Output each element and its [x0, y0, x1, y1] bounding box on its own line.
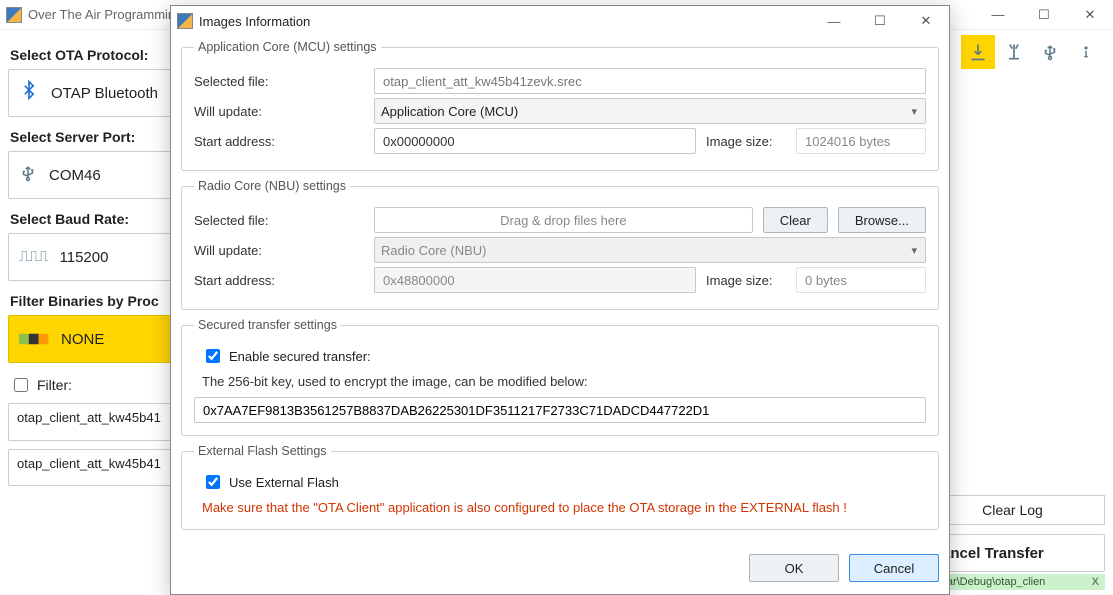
app-icon [6, 7, 22, 23]
enable-secured-checkbox[interactable] [206, 349, 220, 363]
radio-image-size-field [796, 267, 926, 293]
radio-browse-button[interactable]: Browse... [838, 207, 926, 233]
app-core-group: Application Core (MCU) settings Selected… [181, 40, 939, 171]
dialog-close-button[interactable]: ✕ [903, 6, 949, 36]
filter-checkbox-label: Filter: [37, 377, 72, 393]
app-start-addr-label: Start address: [194, 134, 364, 149]
dialog-ok-button[interactable]: OK [749, 554, 839, 582]
bluetooth-icon [19, 78, 39, 108]
port-value: COM46 [49, 167, 101, 184]
use-external-flash-checkbox[interactable] [206, 475, 220, 489]
dialog-title: Images Information [199, 14, 310, 29]
dialog-minimize-button[interactable]: — [811, 6, 857, 36]
app-will-update-select[interactable]: Application Core (MCU) [374, 98, 926, 124]
app-will-update-label: Will update: [194, 104, 364, 119]
protocol-value: OTAP Bluetooth [51, 85, 158, 102]
ext-flash-legend: External Flash Settings [194, 444, 331, 458]
use-external-flash-label: Use External Flash [229, 475, 339, 490]
radio-will-update-select: Radio Core (NBU) [374, 237, 926, 263]
app-image-size-label: Image size: [706, 134, 786, 149]
radio-image-size-label: Image size: [706, 273, 786, 288]
ext-flash-warning: Make sure that the "OTA Client" applicat… [202, 500, 926, 515]
main-window-title: Over The Air Programmin [28, 7, 175, 22]
radio-will-update-label: Will update: [194, 243, 364, 258]
usb-icon [19, 162, 37, 189]
dialog-cancel-button[interactable]: Cancel [849, 554, 939, 582]
radio-file-drop-area[interactable]: Drag & drop files here [374, 207, 753, 233]
toolbar-info-icon[interactable] [1069, 35, 1103, 69]
secured-legend: Secured transfer settings [194, 318, 341, 332]
nxp-logo-icon [19, 332, 49, 346]
app-selected-file-field [374, 68, 926, 94]
radio-start-addr-field [374, 267, 696, 293]
processor-value: NONE [61, 331, 104, 348]
main-minimize-button[interactable]: — [975, 0, 1021, 30]
secured-note: The 256-bit key, used to encrypt the ima… [202, 374, 926, 389]
filter-checkbox[interactable] [14, 378, 28, 392]
radio-start-addr-label: Start address: [194, 273, 364, 288]
log-close-icon[interactable]: X [1090, 576, 1101, 588]
dialog-maximize-button[interactable]: ☐ [857, 6, 903, 36]
toolbar-usb-icon[interactable] [1033, 35, 1067, 69]
app-image-size-field [796, 128, 926, 154]
radio-core-legend: Radio Core (NBU) settings [194, 179, 350, 193]
toolbar-download-icon[interactable] [961, 35, 995, 69]
main-maximize-button[interactable]: ☐ [1021, 0, 1067, 30]
radio-core-group: Radio Core (NBU) settings Selected file:… [181, 179, 939, 310]
baud-value: 115200 [60, 249, 109, 266]
app-start-addr-input[interactable] [374, 128, 696, 154]
images-information-dialog: Images Information — ☐ ✕ Application Cor… [170, 5, 950, 595]
secured-transfer-group: Secured transfer settings Enable secured… [181, 318, 939, 436]
square-wave-icon: ⎍⎍⎍ [19, 248, 48, 266]
toolbar-antenna-icon[interactable] [997, 35, 1031, 69]
radio-selected-file-label: Selected file: [194, 213, 364, 228]
radio-clear-button[interactable]: Clear [763, 207, 828, 233]
dialog-icon [177, 13, 193, 29]
app-selected-file-label: Selected file: [194, 74, 364, 89]
encryption-key-input[interactable] [194, 397, 926, 423]
main-close-button[interactable]: ✕ [1067, 0, 1113, 30]
app-core-legend: Application Core (MCU) settings [194, 40, 381, 54]
external-flash-group: External Flash Settings Use External Fla… [181, 444, 939, 530]
enable-secured-label: Enable secured transfer: [229, 349, 371, 364]
